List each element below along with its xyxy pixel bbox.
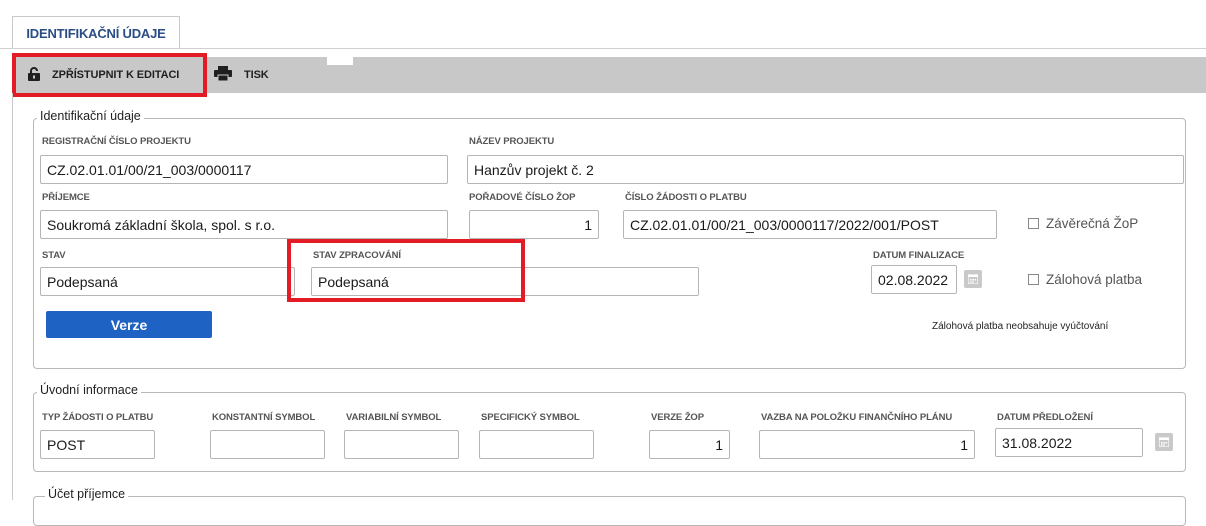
finalization-date-label: DATUM FINALIZACE	[873, 250, 965, 261]
submission-date-field[interactable]: 31.08.2022	[995, 428, 1143, 457]
recipient-field[interactable]: Soukromá základní škola, spol. s r.o.	[40, 210, 448, 239]
toolbar	[12, 57, 1206, 93]
project-name-field[interactable]: Hanzův projekt č. 2	[467, 155, 1184, 184]
tab-identifikacni-udaje[interactable]: IDENTIFIKAČNÍ ÚDAJE	[12, 16, 180, 49]
recipient-label: PŘÍJEMCE	[42, 192, 90, 203]
plan-link-field[interactable]: 1	[759, 430, 975, 459]
request-type-field[interactable]: POST	[40, 430, 155, 459]
reg-number-field[interactable]: CZ.02.01.01/00/21_003/0000117	[40, 155, 448, 184]
project-name-label: NÁZEV PROJEKTU	[469, 136, 555, 147]
variable-symbol-field[interactable]	[344, 430, 459, 459]
unlock-icon	[28, 66, 52, 84]
final-zop-box[interactable]	[1028, 218, 1039, 229]
processing-state-label: STAV ZPRACOVÁNÍ	[313, 250, 401, 261]
final-zop-checkbox[interactable]: Závěrečná ŽoP	[1028, 216, 1138, 231]
zop-version-field[interactable]: 1	[649, 430, 730, 459]
calendar-icon[interactable]	[1155, 433, 1173, 451]
order-number-label: POŘADOVÉ ČÍSLO ŽOP	[469, 192, 576, 203]
print-button[interactable]: TISK	[214, 57, 269, 93]
toolbar-notch	[327, 57, 353, 65]
unlock-edit-button[interactable]: ZPŘÍSTUPNIT K EDITACI	[28, 57, 179, 93]
state-label: STAV	[42, 250, 66, 261]
final-zop-label: Závěrečná ŽoP	[1046, 216, 1139, 231]
order-number-field[interactable]: 1	[469, 210, 599, 239]
zop-version-label: VERZE ŽOP	[651, 412, 704, 423]
advance-note: Zálohová platba neobsahuje vyúčtování	[932, 321, 1109, 332]
plan-link-label: VAZBA NA POLOŽKU FINANČNÍHO PLÁNU	[761, 412, 953, 423]
variable-symbol-label: VARIABILNÍ SYMBOL	[346, 412, 442, 423]
page-border	[12, 93, 13, 500]
specific-symbol-label: SPECIFICKÝ SYMBOL	[481, 412, 580, 423]
printer-icon	[214, 66, 244, 84]
constant-symbol-label: KONSTANTNÍ SYMBOL	[212, 412, 316, 423]
advance-payment-label: Zálohová platba	[1046, 272, 1143, 287]
account-fieldset	[33, 496, 1186, 526]
submission-date-label: DATUM PŘEDLOŽENÍ	[997, 412, 1093, 423]
print-label: TISK	[244, 69, 269, 81]
advance-payment-box[interactable]	[1028, 274, 1039, 285]
reg-number-label: REGISTRAČNÍ ČÍSLO PROJEKTU	[42, 136, 191, 147]
identification-legend: Identifikační údaje	[37, 109, 144, 123]
specific-symbol-field[interactable]	[479, 430, 594, 459]
constant-symbol-field[interactable]	[210, 430, 325, 459]
state-field[interactable]: Podepsaná	[40, 267, 295, 296]
request-type-label: TYP ŽÁDOSTI O PLATBU	[42, 412, 154, 423]
advance-payment-checkbox[interactable]: Zálohová platba	[1028, 272, 1142, 287]
processing-state-field[interactable]: Podepsaná	[311, 267, 699, 296]
request-number-field[interactable]: CZ.02.01.01/00/21_003/0000117/2022/001/P…	[623, 210, 997, 239]
intro-legend: Úvodní informace	[37, 383, 141, 397]
account-legend: Účet příjemce	[45, 487, 129, 501]
finalization-date-field[interactable]: 02.08.2022	[871, 265, 957, 294]
tab-divider	[0, 48, 1206, 49]
request-number-label: ČÍSLO ŽÁDOSTI O PLATBU	[625, 192, 747, 203]
calendar-icon[interactable]	[964, 270, 982, 288]
unlock-edit-label: ZPŘÍSTUPNIT K EDITACI	[52, 69, 180, 81]
version-button[interactable]: Verze	[46, 311, 212, 338]
